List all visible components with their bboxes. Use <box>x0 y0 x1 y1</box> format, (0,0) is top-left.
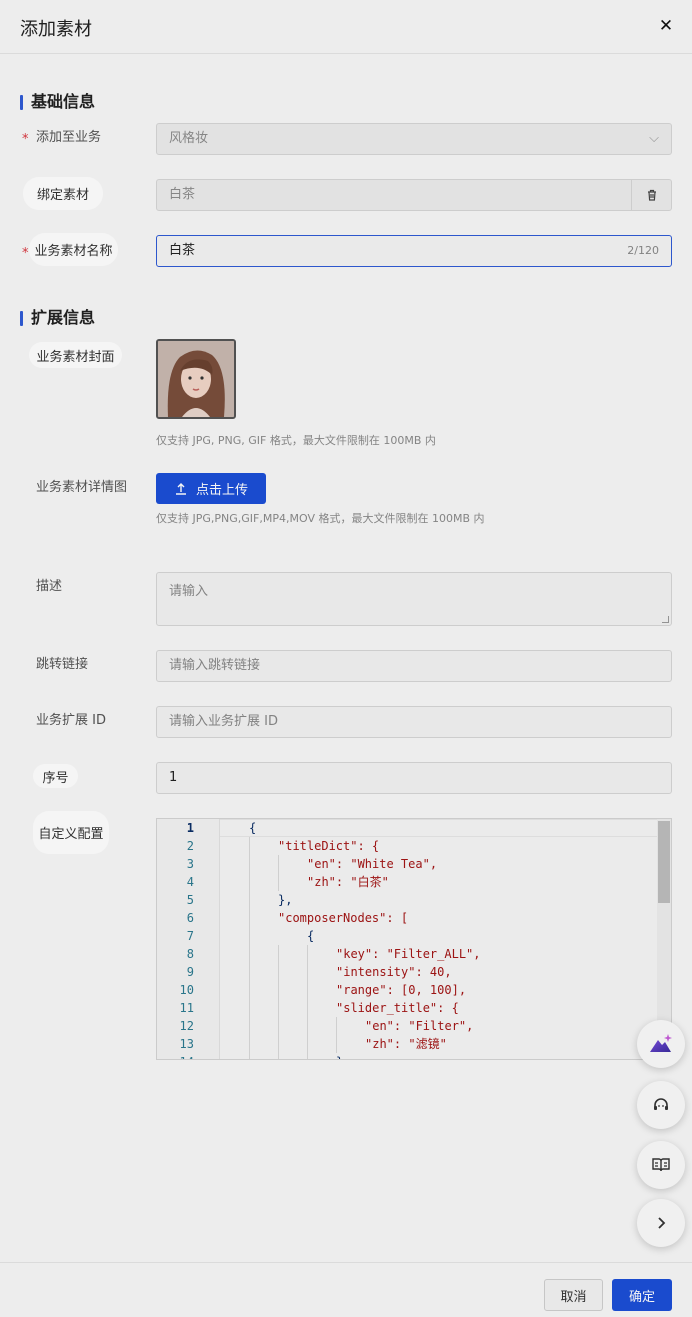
code-line: { <box>249 821 257 835</box>
section-title-extended: 扩展信息 <box>20 308 95 328</box>
code-line: } <box>336 1053 343 1059</box>
material-name-value: 白茶 <box>169 243 196 258</box>
indent-guide <box>336 1017 337 1053</box>
ext-id-input[interactable]: 请输入业务扩展 ID <box>156 706 672 738</box>
indent-guide <box>249 837 250 1059</box>
detail-image-hint: 仅支持 JPG,PNG,GIF,MP4,MOV 格式，最大文件限制在 100MB… <box>156 512 485 525</box>
line-number: 3 <box>186 857 194 871</box>
order-label: 序号 <box>33 764 78 788</box>
section-title-basic: 基础信息 <box>20 92 95 112</box>
code-line: "zh": "滤镜" <box>365 1037 447 1051</box>
code-line: "composerNodes": [ <box>278 911 409 925</box>
cancel-button[interactable]: 取消 <box>544 1279 603 1311</box>
add-material-dialog: 添加素材 ✕ 基础信息 * 添加至业务 风格妆 ⌵ 绑定素材 白茶 * 业务素材… <box>0 0 692 1317</box>
material-name-input[interactable]: 白茶 2/120 <box>156 235 672 267</box>
jump-link-input[interactable]: 请输入跳转链接 <box>156 650 672 682</box>
line-number: 4 <box>186 875 194 889</box>
close-icon[interactable]: ✕ <box>656 16 676 36</box>
code-line: "slider_title": { <box>336 1001 459 1015</box>
cover-hint: 仅支持 JPG, PNG, GIF 格式，最大文件限制在 100MB 内 <box>156 434 436 447</box>
description-label: 描述 <box>36 579 63 594</box>
upload-button[interactable]: 点击上传 <box>156 473 266 504</box>
book-docs-icon[interactable] <box>637 1141 685 1189</box>
upload-button-label: 点击上传 <box>195 483 248 498</box>
bind-material-field: 白茶 <box>156 179 672 211</box>
line-number: 10 <box>179 983 194 997</box>
line-number: 6 <box>186 911 194 925</box>
editor-scrollbar-thumb[interactable] <box>658 821 670 903</box>
jump-link-label: 跳转链接 <box>36 657 89 672</box>
business-label: 添加至业务 <box>36 130 102 145</box>
jump-link-placeholder: 请输入跳转链接 <box>169 658 261 673</box>
line-number: 5 <box>186 893 194 907</box>
code-line: { <box>307 929 315 943</box>
char-counter: 2/120 <box>627 244 659 257</box>
ai-magic-icon[interactable] <box>637 1020 685 1068</box>
line-number: 9 <box>186 965 194 979</box>
description-placeholder: 请输入 <box>169 584 209 599</box>
cover-image[interactable] <box>156 339 236 419</box>
indent-guide <box>307 945 308 1059</box>
cover-label: 业务素材封面 <box>29 342 122 368</box>
code-line: "titleDict": { <box>278 839 380 853</box>
dialog-header: 添加素材 ✕ <box>0 0 692 54</box>
json-code-editor[interactable]: 1 2 3 4 5 6 7 8 9 10 11 12 13 14 { "titl… <box>156 818 672 1060</box>
line-number: 12 <box>179 1019 194 1033</box>
ext-id-label: 业务扩展 ID <box>36 713 106 728</box>
order-input[interactable]: 1 <box>156 762 672 794</box>
code-line: "zh": "白茶" <box>307 875 389 889</box>
upload-icon <box>175 482 186 495</box>
current-line-highlight <box>220 819 660 837</box>
headset-support-icon[interactable] <box>637 1081 685 1129</box>
line-number: 7 <box>186 929 194 943</box>
indent-guide <box>278 945 279 1059</box>
code-line: "range": [0, 100], <box>336 983 467 997</box>
detail-image-label: 业务素材详情图 <box>36 480 128 495</box>
trash-icon[interactable] <box>631 180 671 210</box>
ext-id-placeholder: 请输入业务扩展 ID <box>169 714 278 729</box>
material-name-label: 业务素材名称 <box>29 233 118 266</box>
line-number: 13 <box>179 1037 194 1051</box>
dialog-title: 添加素材 <box>20 19 92 40</box>
bind-material-value: 白茶 <box>169 187 196 202</box>
code-line: "key": "Filter_ALL", <box>336 947 481 961</box>
code-line: }, <box>278 893 293 907</box>
line-number: 2 <box>186 839 194 853</box>
bind-material-label: 绑定素材 <box>23 177 103 210</box>
confirm-button[interactable]: 确定 <box>612 1279 672 1311</box>
code-line: "intensity": 40, <box>336 965 452 979</box>
required-star: * <box>22 246 29 261</box>
resize-handle[interactable] <box>662 616 669 623</box>
description-textarea[interactable]: 请输入 <box>156 572 672 626</box>
order-value: 1 <box>169 770 178 785</box>
line-number: 1 <box>186 821 194 835</box>
indent-guide <box>278 855 279 891</box>
chevron-right-icon[interactable] <box>637 1199 685 1247</box>
required-star: * <box>22 132 29 147</box>
business-select-value: 风格妆 <box>169 131 209 146</box>
line-number: 11 <box>179 1001 194 1015</box>
chevron-down-icon: ⌵ <box>649 131 659 146</box>
line-number: 8 <box>186 947 194 961</box>
custom-config-label: 自定义配置 <box>33 811 109 854</box>
code-line: "en": "Filter", <box>365 1019 474 1033</box>
code-line: "en": "White Tea", <box>307 857 438 871</box>
business-select[interactable]: 风格妆 ⌵ <box>156 123 672 155</box>
line-number: 14 <box>157 1053 194 1059</box>
